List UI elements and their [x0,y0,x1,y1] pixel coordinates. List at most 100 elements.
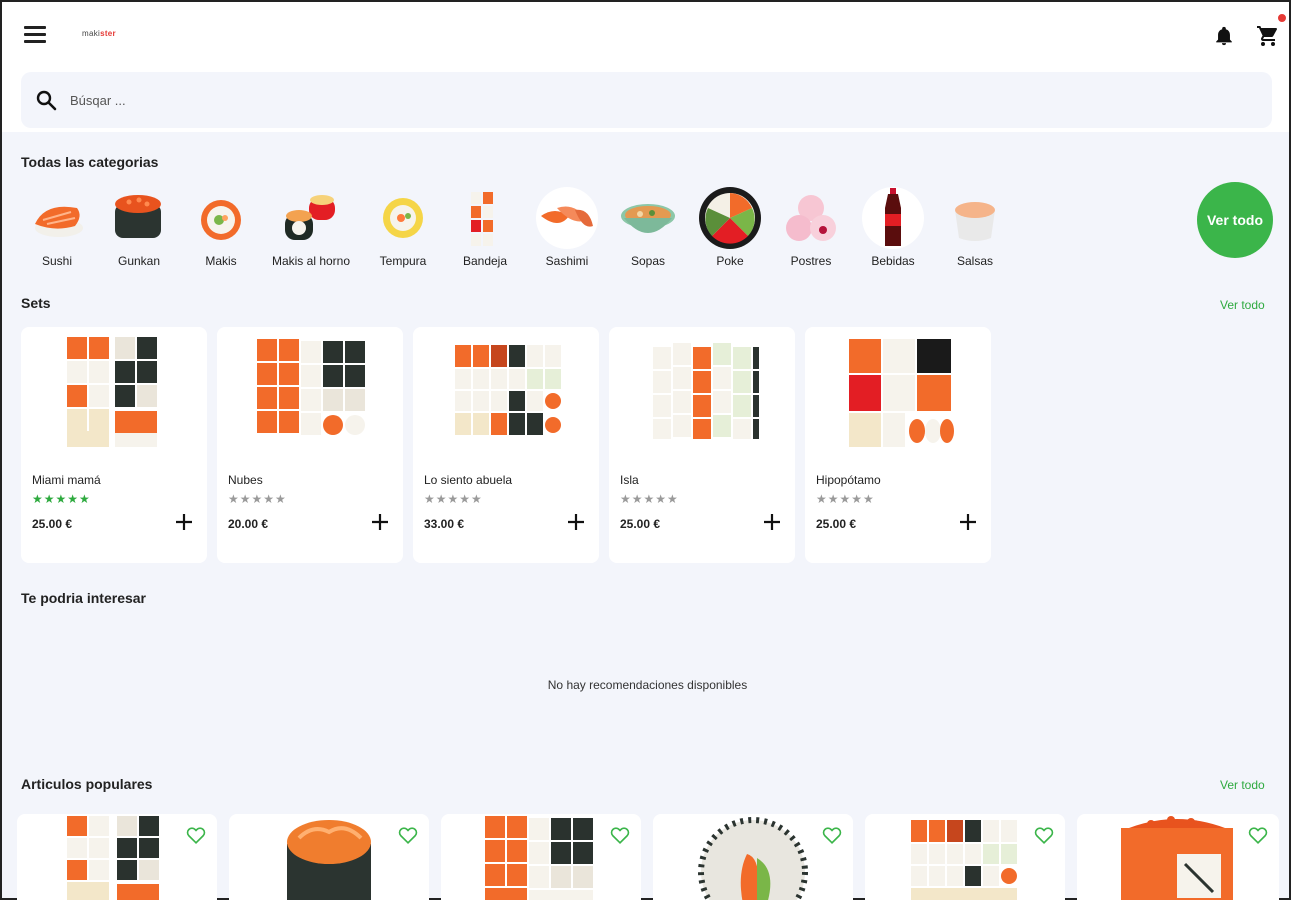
sets-see-all-link[interactable]: Ver todo [1220,298,1265,312]
shopping-cart-icon[interactable] [1255,24,1281,48]
category-makis[interactable]: Makis [176,182,266,272]
sets-title: Sets [21,295,51,311]
favorite-heart-icon[interactable] [1247,824,1269,846]
favorite-heart-icon[interactable] [821,824,843,846]
set-name: Nubes [228,473,263,487]
category-tempura[interactable]: Tempura [358,182,448,272]
category-poke[interactable]: Poke [685,182,775,272]
sushi-nigiri-icon [35,206,83,237]
tempura-roll-icon [383,198,423,238]
rating-stars: ★★★★★ [620,492,679,506]
soup-bowl-icon [621,204,675,233]
maki-roll-image [698,817,808,900]
popular-item-card[interactable] [441,814,641,900]
notification-bell-icon[interactable] [1213,24,1235,48]
sushi-set-image [67,337,157,447]
baked-maki-icon [285,195,335,240]
sushi-set-image [849,339,954,447]
category-label: Makis [205,254,237,268]
set-card-miami-mama[interactable]: Miami mamá ★★★★★ 25.00 € [21,327,207,563]
set-name: Miami mamá [32,473,101,487]
category-bandeja[interactable]: Bandeja [440,182,530,272]
rating-stars: ★★★★★ [424,492,483,506]
sushi-set-image [67,816,159,900]
gunkan-icon [115,195,161,238]
category-label: Tempura [379,254,427,268]
popular-item-card[interactable] [865,814,1065,900]
popular-item-card[interactable] [17,814,217,900]
category-gunkan[interactable]: Gunkan [94,182,184,272]
sushi-set-image [653,343,759,439]
categories-title: Todas las categorias [21,154,159,170]
search-box[interactable] [21,72,1272,128]
set-name: Hipopótamo [816,473,881,487]
app-logo[interactable]: makister [82,29,116,38]
set-card-lo-siento-abuela[interactable]: Lo siento abuela ★★★★★ 33.00 € [413,327,599,563]
set-price: 25.00 € [620,517,661,531]
rating-stars: ★★★★★ [228,492,287,506]
category-sashimi[interactable]: Sashimi [522,182,612,272]
set-name: Lo siento abuela [424,473,513,487]
search-icon [36,90,57,111]
top-bar: makister [2,2,1289,68]
popular-item-card[interactable] [1077,814,1279,900]
search-input[interactable] [70,92,670,108]
popular-see-all-link[interactable]: Ver todo [1220,778,1265,792]
add-plus-icon[interactable] [567,513,585,531]
set-card-hipopotamo[interactable]: Hipopótamo ★★★★★ 25.00 € [805,327,991,563]
set-price: 20.00 € [228,517,269,531]
add-plus-icon[interactable] [959,513,977,531]
sushi-set-image [911,820,1017,900]
category-label: Bandeja [462,254,508,268]
poke-bowl-icon [699,187,761,249]
popular-item-card[interactable] [229,814,429,900]
sauce-cup-icon [955,202,995,241]
search-bar-container [2,68,1289,132]
category-label: Sashimi [545,254,589,268]
category-label: Poke [716,254,744,268]
sushi-set-image [455,345,561,435]
popular-title: Articulos populares [21,776,153,792]
add-plus-icon[interactable] [763,513,781,531]
set-name: Isla [620,473,639,487]
mochi-dessert-icon [786,195,836,241]
category-sushi[interactable]: Sushi [12,182,102,272]
favorite-heart-icon[interactable] [185,824,207,846]
tray-icon [471,192,493,246]
category-sopas[interactable]: Sopas [603,182,693,272]
category-label: Gunkan [117,254,161,268]
category-makis-al-horno[interactable]: Makis al horno [266,182,356,272]
category-label: Salsas [956,254,994,268]
add-plus-icon[interactable] [175,513,193,531]
set-card-nubes[interactable]: Nubes ★★★★★ 20.00 € [217,327,403,563]
category-label: Sopas [630,254,666,268]
set-card-isla[interactable]: Isla ★★★★★ 25.00 € [609,327,795,563]
favorite-heart-icon[interactable] [397,824,419,846]
favorite-heart-icon[interactable] [609,824,631,846]
add-plus-icon[interactable] [371,513,389,531]
category-postres[interactable]: Postres [766,182,856,272]
gunkan-image [287,820,371,900]
cola-bottle-icon [862,187,924,249]
hamburger-menu-icon[interactable] [24,26,46,44]
maki-roll-icon [201,200,241,240]
category-bebidas[interactable]: Bebidas [848,182,938,272]
category-label: Bebidas [871,254,915,268]
category-label: Makis al horno [271,254,351,268]
set-price: 25.00 € [32,517,73,531]
salmon-roll-image [1121,816,1233,900]
cart-badge [1276,12,1288,24]
recommendations-title: Te podria interesar [21,590,147,606]
category-salsas[interactable]: Salsas [930,182,1020,272]
category-label: Postres [790,254,832,268]
rating-stars: ★★★★★ [32,492,91,506]
sushi-set-image [485,816,593,900]
sashimi-icon [536,187,598,249]
sushi-set-image [257,339,365,435]
categories-see-all-button[interactable]: Ver todo [1197,182,1273,258]
popular-item-card[interactable] [653,814,853,900]
empty-recommendations-message: No hay recomendaciones disponibles [547,678,748,692]
set-price: 25.00 € [816,517,857,531]
favorite-heart-icon[interactable] [1033,824,1055,846]
set-price: 33.00 € [424,517,465,531]
